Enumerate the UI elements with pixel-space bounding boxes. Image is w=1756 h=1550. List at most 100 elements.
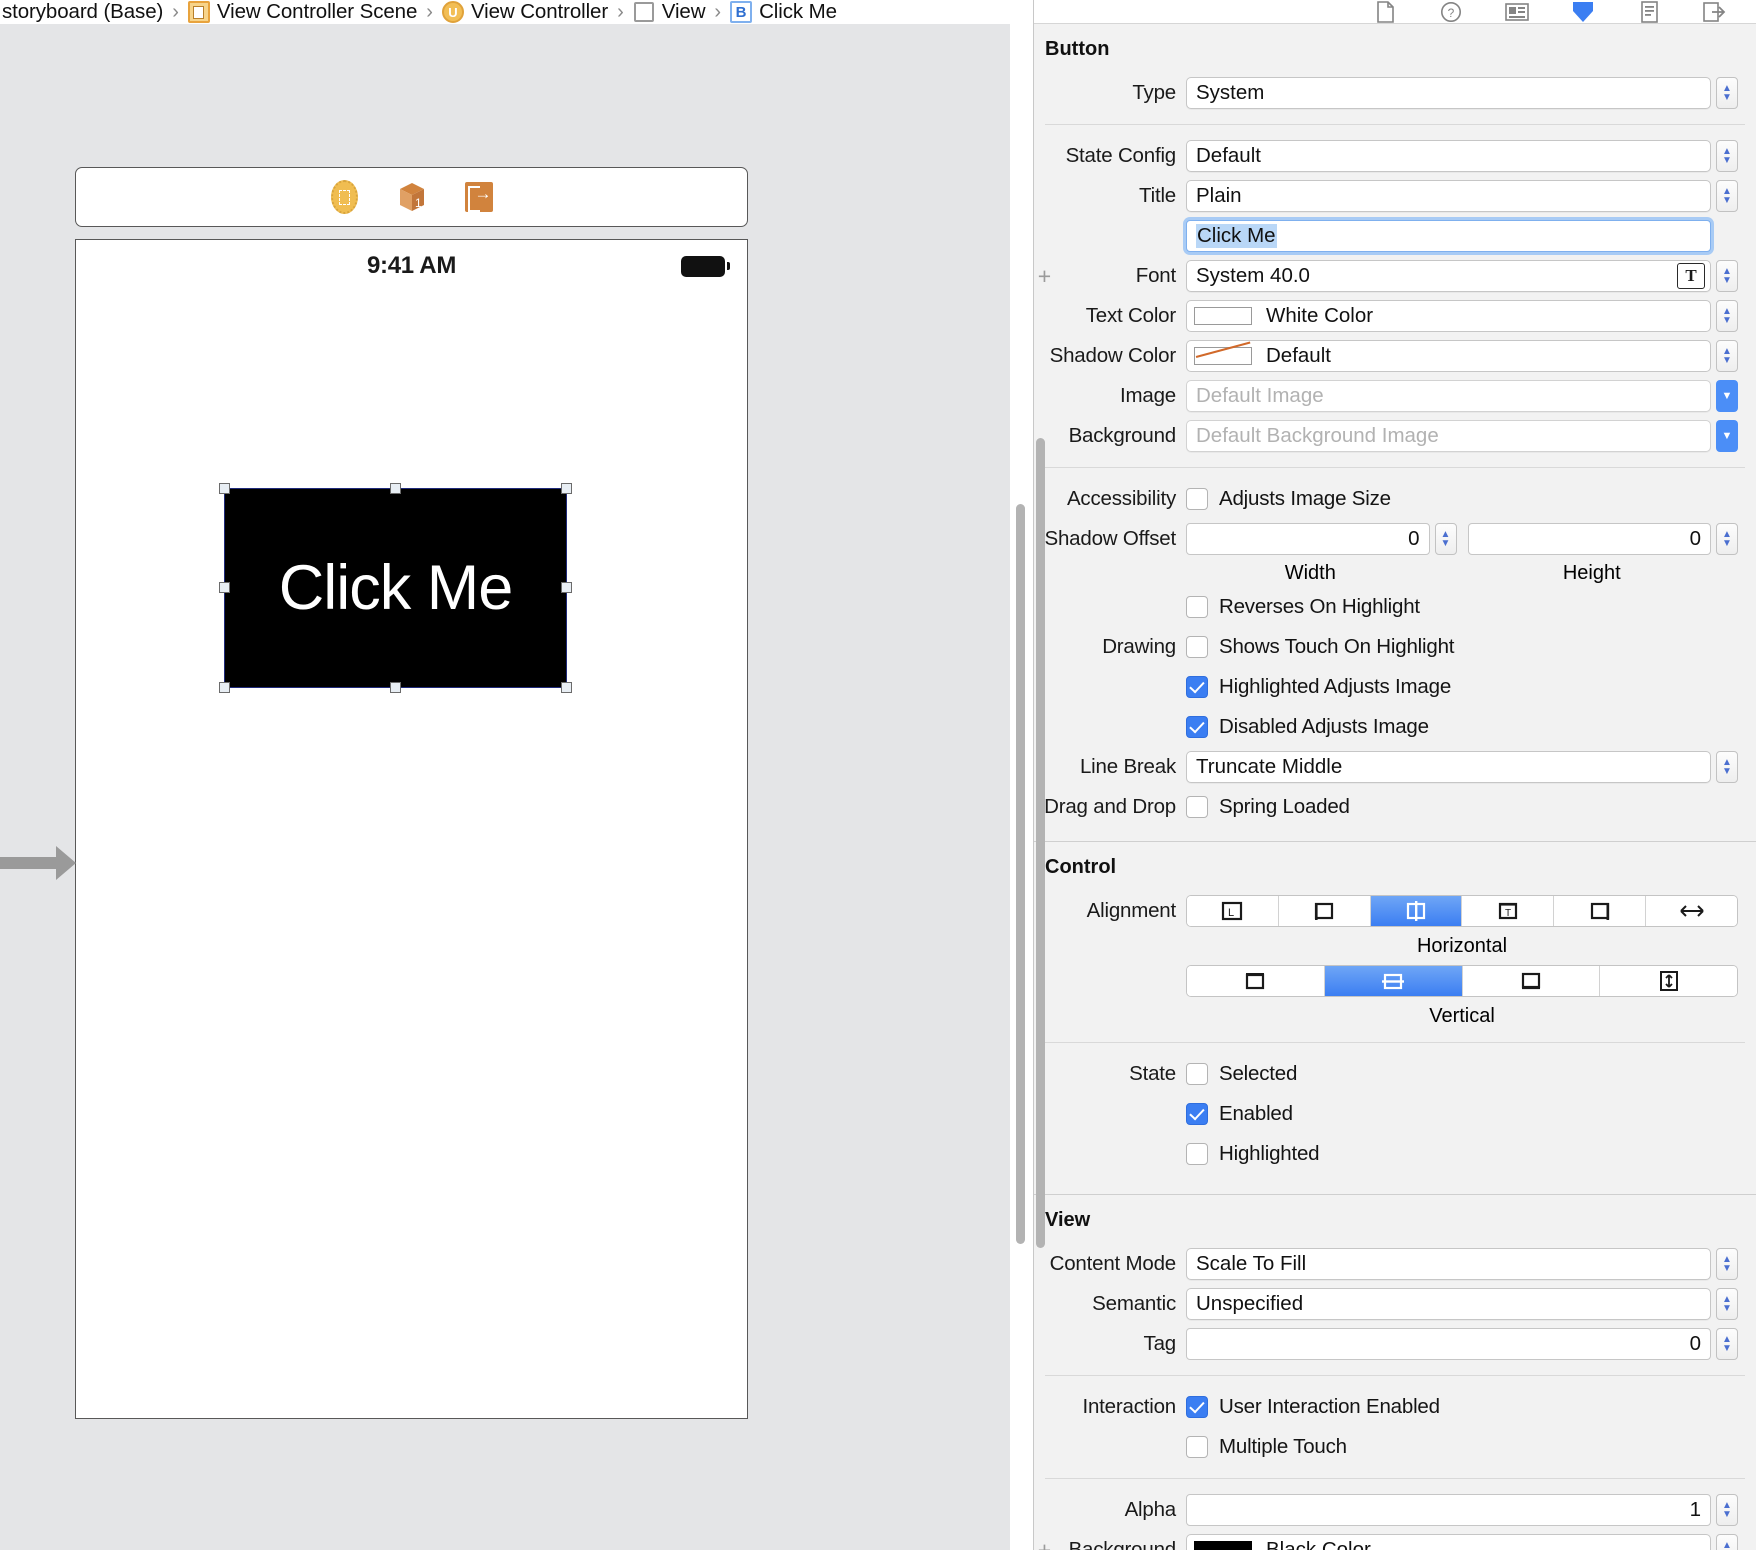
align-right-segment[interactable] (1554, 896, 1647, 926)
align-center-segment[interactable] (1370, 896, 1463, 926)
first-responder-cube-icon[interactable]: 1 (395, 180, 429, 214)
align-bottom-segment[interactable] (1462, 966, 1601, 996)
horizontal-alignment-segmented-control[interactable]: L T (1186, 895, 1738, 927)
type-popup-chevrons[interactable]: ▲ ▼ (1716, 77, 1738, 109)
state-highlighted-checkbox[interactable] (1186, 1143, 1208, 1165)
align-fill-segment[interactable] (1646, 896, 1737, 926)
inspector-vertical-scrollbar[interactable] (1036, 438, 1045, 1248)
alpha-input[interactable]: 1 (1186, 1494, 1711, 1526)
divider (1045, 124, 1745, 125)
resize-handle-bottom-center[interactable] (389, 682, 401, 693)
breadcrumb-item-view[interactable]: View (633, 0, 706, 24)
semantic-popup[interactable]: Unspecified (1186, 1288, 1711, 1320)
align-middle-segment[interactable] (1324, 966, 1463, 996)
font-field[interactable]: System 40.0 T (1186, 260, 1711, 292)
add-font-variation-button[interactable]: + (1034, 264, 1055, 288)
breadcrumb-separator: › (617, 0, 624, 23)
shadow-offset-height-input[interactable]: 0 (1467, 523, 1711, 555)
align-leading-segment[interactable] (1278, 896, 1371, 926)
simulated-device-screen[interactable]: 9:41 AM Click Me (75, 239, 748, 1419)
semantic-chevrons[interactable]: ▲ ▼ (1716, 1288, 1738, 1320)
breadcrumb-item-storyboard[interactable]: storyboard (Base) (2, 0, 163, 24)
state-enabled-checkbox[interactable] (1186, 1103, 1208, 1125)
line-break-popup[interactable]: Truncate Middle (1186, 751, 1711, 783)
view-background-color-well[interactable]: Black Color (1186, 1534, 1711, 1550)
highlighted-adjusts-image-label: Highlighted Adjusts Image (1219, 675, 1452, 698)
line-break-chevrons[interactable]: ▲ ▼ (1716, 751, 1738, 783)
shadow-color-well[interactable]: Default (1186, 340, 1711, 372)
title-style-popup[interactable]: Plain (1186, 180, 1711, 212)
image-disclosure-button[interactable]: ▼ (1716, 380, 1738, 412)
title-style-chevrons[interactable]: ▲ ▼ (1716, 180, 1738, 212)
disabled-adjusts-image-label: Disabled Adjusts Image (1219, 715, 1429, 738)
reverses-on-highlight-checkbox[interactable] (1186, 596, 1208, 618)
multiple-touch-checkbox[interactable] (1186, 1436, 1208, 1458)
content-mode-popup[interactable]: Scale To Fill (1186, 1248, 1711, 1280)
align-trailing-segment[interactable]: T (1462, 896, 1555, 926)
view-background-chevrons[interactable]: ▲▼ (1716, 1534, 1738, 1550)
user-interaction-enabled-checkbox[interactable] (1186, 1396, 1208, 1418)
tag-stepper[interactable]: ▲ ▼ (1716, 1328, 1738, 1360)
resize-handle-top-center[interactable] (389, 483, 401, 494)
title-text-input[interactable]: Click Me (1186, 220, 1711, 252)
type-popup[interactable]: System (1186, 77, 1711, 109)
alpha-stepper[interactable]: ▲ ▼ (1716, 1494, 1738, 1526)
text-color-well[interactable]: White Color (1186, 300, 1711, 332)
breadcrumb-item-view-controller[interactable]: U View Controller (441, 0, 608, 24)
state-selected-checkbox[interactable] (1186, 1063, 1208, 1085)
row-shadow-color: Shadow Color Default ▲ ▼ (1034, 336, 1756, 376)
label-drag-and-drop: Drag and Drop (1044, 795, 1176, 818)
resize-handle-middle-right[interactable] (561, 582, 572, 593)
font-stepper[interactable]: ▲ ▼ (1716, 260, 1738, 292)
background-image-combo[interactable]: Default Background Image (1186, 420, 1711, 452)
highlighted-adjusts-image-checkbox[interactable] (1186, 676, 1208, 698)
content-mode-chevrons[interactable]: ▲ ▼ (1716, 1248, 1738, 1280)
inspector-scroll-body: Button Type System ▲ ▼ State Config Defau… (1034, 24, 1756, 1550)
shadow-offset-width-stepper[interactable]: ▲ ▼ (1434, 523, 1457, 555)
spring-loaded-checkbox[interactable] (1186, 796, 1208, 818)
shadow-color-value: Default (1266, 344, 1331, 367)
shadow-offset-height-stepper[interactable]: ▲ ▼ (1716, 523, 1738, 555)
breadcrumb-label: Click Me (759, 0, 837, 23)
align-top-segment[interactable] (1187, 966, 1325, 996)
view-controller-dock-icon[interactable] (328, 180, 362, 214)
resize-handle-top-left[interactable] (219, 483, 230, 494)
view-background-swatch (1194, 1541, 1252, 1550)
align-fill-vertical-segment[interactable] (1600, 966, 1737, 996)
background-image-disclosure-button[interactable]: ▼ (1716, 420, 1738, 452)
text-color-chevrons[interactable]: ▲ ▼ (1716, 300, 1738, 332)
breadcrumb-item-button[interactable]: B Click Me (730, 0, 837, 24)
font-picker-icon[interactable]: T (1677, 263, 1705, 289)
quick-help-tab[interactable]: ? (1438, 1, 1464, 23)
divider (1045, 1478, 1745, 1479)
file-inspector-tab[interactable] (1372, 0, 1398, 23)
selected-button-in-canvas[interactable]: Click Me (219, 483, 572, 693)
shows-touch-on-highlight-checkbox[interactable] (1186, 636, 1208, 658)
resize-handle-bottom-left[interactable] (219, 682, 230, 693)
breadcrumb-separator: › (426, 0, 433, 23)
exit-icon[interactable] (462, 180, 496, 214)
image-combo[interactable]: Default Image (1186, 380, 1711, 412)
attributes-inspector-tab[interactable] (1570, 1, 1596, 23)
title-style-value: Plain (1196, 184, 1242, 207)
size-inspector-tab[interactable] (1636, 0, 1662, 23)
disabled-adjusts-image-checkbox[interactable] (1186, 716, 1208, 738)
shadow-color-chevrons[interactable]: ▲ ▼ (1716, 340, 1738, 372)
resize-handle-bottom-right[interactable] (561, 682, 572, 693)
resize-handle-top-right[interactable] (561, 483, 572, 494)
resize-handle-middle-left[interactable] (219, 582, 230, 593)
breadcrumb-item-scene[interactable]: View Controller Scene (187, 0, 417, 24)
connections-inspector-tab[interactable] (1702, 1, 1728, 23)
state-config-popup[interactable]: Default (1186, 140, 1711, 172)
add-background-variation-button[interactable]: + (1034, 1538, 1055, 1550)
row-alpha: Alpha 1 ▲ ▼ (1034, 1490, 1756, 1530)
identity-inspector-tab[interactable] (1504, 1, 1530, 23)
shadow-offset-width-input[interactable]: 0 (1186, 523, 1430, 555)
storyboard-canvas[interactable]: 1 9:41 AM Click Me (0, 24, 1025, 1550)
vertical-alignment-segmented-control[interactable] (1186, 965, 1738, 997)
tag-input[interactable]: 0 (1186, 1328, 1711, 1360)
adjusts-image-size-checkbox[interactable] (1186, 488, 1208, 510)
canvas-vertical-scrollbar[interactable] (1016, 504, 1025, 1244)
state-config-chevrons[interactable]: ▲ ▼ (1716, 140, 1738, 172)
align-left-segment[interactable]: L (1187, 896, 1279, 926)
